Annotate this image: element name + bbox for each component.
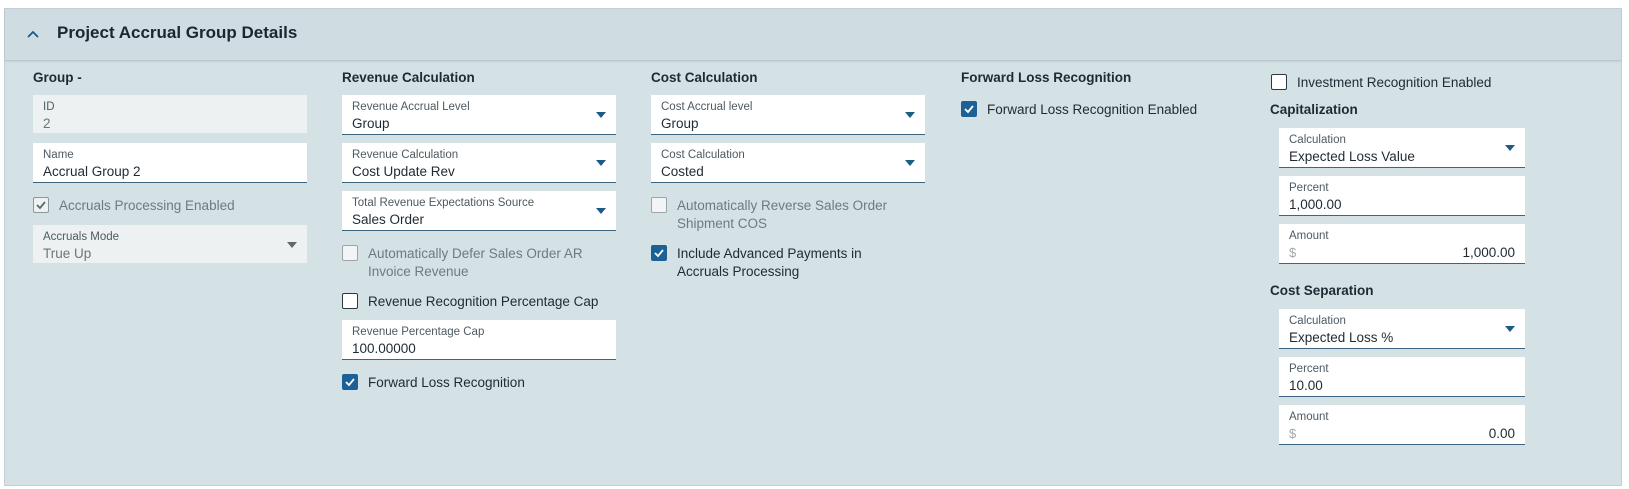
field-label: Total Revenue Expectations Source bbox=[352, 197, 535, 209]
capitalization-calculation-select[interactable]: Calculation Expected Loss Value bbox=[1279, 128, 1525, 168]
investment-recognition-label: Investment Recognition Enabled bbox=[1297, 75, 1492, 90]
cost-accrual-level-select[interactable]: Cost Accrual level Group bbox=[651, 95, 925, 135]
currency-prefix: $ bbox=[1289, 245, 1297, 260]
capitalization-percent-field[interactable]: Percent 1,000.00 bbox=[1279, 176, 1525, 216]
advanced-payments-checkbox[interactable] bbox=[651, 245, 667, 261]
chevron-down-icon[interactable] bbox=[596, 160, 606, 166]
revenue-pct-cap-field[interactable]: Revenue Percentage Cap 100.00000 bbox=[342, 320, 616, 360]
advanced-payments-label-line2: Accruals Processing bbox=[677, 264, 800, 279]
chevron-down-icon bbox=[287, 242, 297, 248]
field-label: Calculation bbox=[1289, 134, 1346, 146]
field-value: 100.00000 bbox=[352, 341, 416, 356]
field-value: Accrual Group 2 bbox=[43, 164, 141, 179]
field-value: 10.00 bbox=[1289, 378, 1323, 393]
field-value: Costed bbox=[661, 164, 704, 179]
field-label: Revenue Accrual Level bbox=[352, 101, 470, 113]
panel-title: Project Accrual Group Details bbox=[57, 23, 298, 42]
field-label: Revenue Percentage Cap bbox=[352, 326, 485, 338]
field-label: Name bbox=[43, 149, 74, 161]
auto-reverse-label-line1: Automatically Reverse Sales Order bbox=[677, 198, 888, 213]
cost-section-title: Cost Calculation bbox=[651, 70, 758, 85]
revenue-pct-cap-checkbox[interactable] bbox=[342, 293, 358, 309]
advanced-payments-label: Include Advanced Payments in Accruals Pr… bbox=[677, 245, 862, 281]
field-label: Percent bbox=[1289, 363, 1329, 375]
field-label: Calculation bbox=[1289, 315, 1346, 327]
field-value: 2 bbox=[43, 116, 51, 131]
field-value: Group bbox=[661, 116, 699, 131]
advanced-payments-label-line1: Include Advanced Payments in bbox=[677, 246, 862, 261]
chevron-down-icon[interactable] bbox=[905, 112, 915, 118]
revenue-accrual-level-select[interactable]: Revenue Accrual Level Group bbox=[342, 95, 616, 135]
field-value: Group bbox=[352, 116, 390, 131]
cost-calculation-select[interactable]: Cost Calculation Costed bbox=[651, 143, 925, 183]
accruals-processing-label: Accruals Processing Enabled bbox=[59, 198, 235, 213]
field-value: 1,000.00 bbox=[1289, 197, 1342, 212]
chevron-down-icon[interactable] bbox=[1505, 326, 1515, 332]
field-label: Percent bbox=[1289, 182, 1329, 194]
field-label: ID bbox=[43, 101, 55, 113]
field-value: 0.00 bbox=[1488, 426, 1515, 441]
field-label: Cost Calculation bbox=[661, 149, 745, 161]
field-value: Expected Loss % bbox=[1289, 330, 1394, 345]
revenue-section-title: Revenue Calculation bbox=[342, 70, 475, 85]
capitalization-section-title: Capitalization bbox=[1270, 102, 1358, 117]
field-label: Cost Accrual level bbox=[661, 101, 753, 113]
accrual-group-panel: Project Accrual Group Details Group - ID… bbox=[4, 8, 1622, 486]
forward-loss-section-title: Forward Loss Recognition bbox=[961, 70, 1132, 85]
investment-recognition-checkbox[interactable] bbox=[1271, 74, 1287, 90]
auto-defer-label: Automatically Defer Sales Order AR Invoi… bbox=[368, 245, 583, 281]
field-label: Revenue Calculation bbox=[352, 149, 459, 161]
field-value: Sales Order bbox=[352, 212, 425, 227]
accruals-mode-select: Accruals Mode True Up bbox=[33, 225, 307, 263]
auto-defer-label-line1: Automatically Defer Sales Order AR bbox=[368, 246, 583, 261]
group-section-title: Group - bbox=[33, 70, 82, 85]
cost-separation-amount-field[interactable]: Amount $ 0.00 bbox=[1279, 405, 1525, 445]
forward-loss-enabled-label: Forward Loss Recognition Enabled bbox=[987, 102, 1198, 117]
auto-reverse-label: Automatically Reverse Sales Order Shipme… bbox=[677, 197, 887, 233]
chevron-down-icon[interactable] bbox=[1505, 145, 1515, 151]
cost-separation-percent-field[interactable]: Percent 10.00 bbox=[1279, 357, 1525, 397]
capitalization-amount-field[interactable]: Amount $ 1,000.00 bbox=[1279, 224, 1525, 264]
field-value: Expected Loss Value bbox=[1289, 149, 1415, 164]
forward-loss-label: Forward Loss Recognition bbox=[368, 375, 525, 390]
checkmark-icon bbox=[36, 201, 46, 210]
chevron-down-icon[interactable] bbox=[596, 112, 606, 118]
group-name-field[interactable]: Name Accrual Group 2 bbox=[33, 143, 307, 183]
checkmark-icon bbox=[345, 378, 355, 387]
field-value: 1,000.00 bbox=[1462, 245, 1515, 260]
currency-prefix: $ bbox=[1289, 426, 1297, 441]
field-value: True Up bbox=[43, 246, 92, 261]
forward-loss-enabled-checkbox[interactable] bbox=[961, 101, 977, 117]
auto-reverse-checkbox[interactable] bbox=[651, 197, 667, 213]
accruals-processing-checkbox[interactable] bbox=[33, 197, 49, 213]
revenue-pct-cap-checkbox-label: Revenue Recognition Percentage Cap bbox=[368, 294, 599, 309]
panel-header: Project Accrual Group Details bbox=[5, 9, 1621, 61]
checkmark-icon bbox=[654, 249, 664, 258]
auto-defer-label-line2: Invoice Revenue bbox=[368, 264, 469, 279]
chevron-up-icon[interactable] bbox=[23, 25, 43, 45]
cost-separation-section-title: Cost Separation bbox=[1270, 283, 1374, 298]
field-label: Amount bbox=[1289, 230, 1329, 242]
revenue-expectations-source-select[interactable]: Total Revenue Expectations Source Sales … bbox=[342, 191, 616, 231]
field-label: Accruals Mode bbox=[43, 231, 120, 243]
checkmark-icon bbox=[964, 105, 974, 114]
revenue-calculation-select[interactable]: Revenue Calculation Cost Update Rev bbox=[342, 143, 616, 183]
cost-separation-calculation-select[interactable]: Calculation Expected Loss % bbox=[1279, 309, 1525, 349]
auto-reverse-label-line2: Shipment COS bbox=[677, 216, 768, 231]
field-value: Cost Update Rev bbox=[352, 164, 455, 179]
auto-defer-checkbox[interactable] bbox=[342, 245, 358, 261]
group-id-field: ID 2 bbox=[33, 95, 307, 133]
chevron-down-icon[interactable] bbox=[905, 160, 915, 166]
field-label: Amount bbox=[1289, 411, 1329, 423]
forward-loss-checkbox[interactable] bbox=[342, 374, 358, 390]
chevron-down-icon[interactable] bbox=[596, 208, 606, 214]
